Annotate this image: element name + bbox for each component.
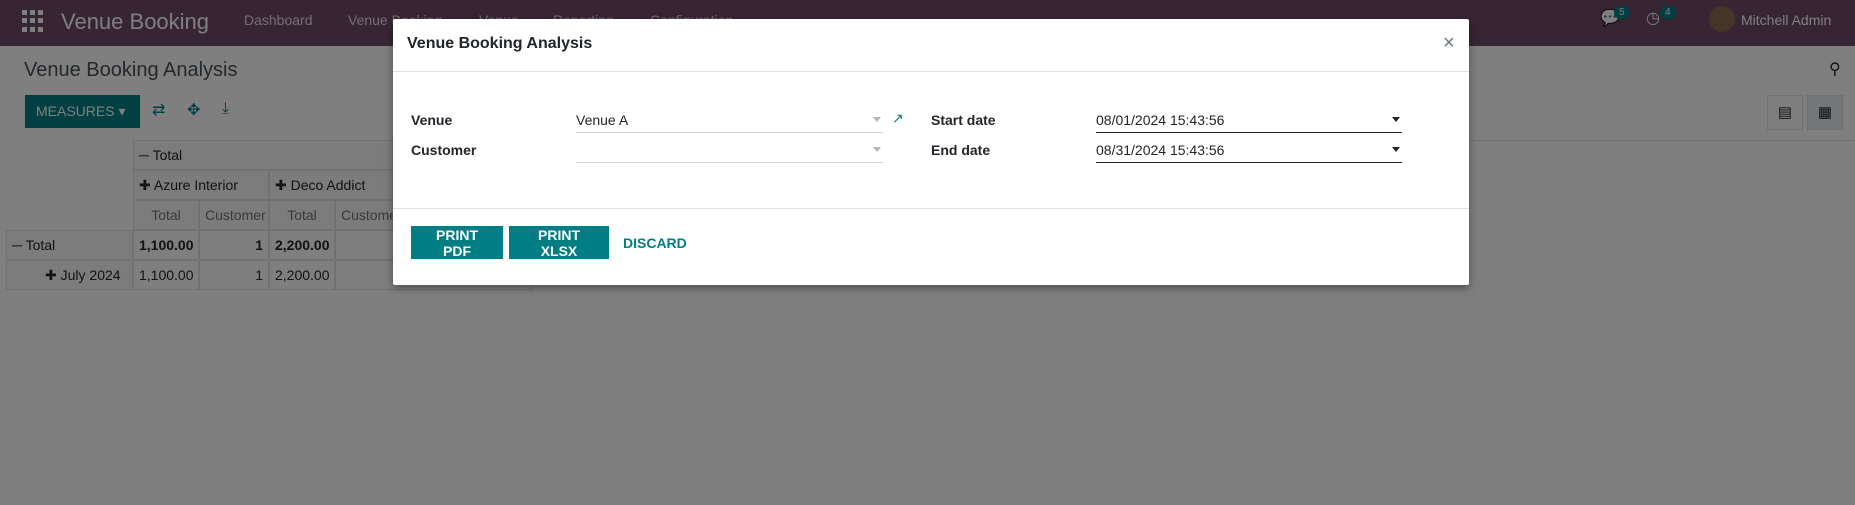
start-date-value: 08/01/2024 15:43:56: [1096, 112, 1225, 128]
external-link-icon[interactable]: ↗: [892, 110, 904, 127]
venue-label: Venue: [411, 112, 453, 128]
modal-title: Venue Booking Analysis: [407, 35, 593, 52]
end-date-label: End date: [931, 142, 991, 158]
close-icon[interactable]: ×: [1443, 32, 1455, 55]
venue-field[interactable]: Venue A: [576, 109, 883, 133]
dropdown-caret-icon[interactable]: [873, 117, 881, 122]
print-pdf-button[interactable]: PRINT PDF: [411, 226, 503, 259]
end-date-field[interactable]: 08/31/2024 15:43:56: [1096, 139, 1402, 163]
start-date-field[interactable]: 08/01/2024 15:43:56: [1096, 109, 1402, 133]
modal-footer: PRINT PDF PRINT XLSX DISCARD: [393, 208, 1469, 286]
customer-label: Customer: [411, 142, 477, 158]
start-date-label: Start date: [931, 112, 996, 128]
venue-value: Venue A: [576, 112, 629, 128]
dropdown-caret-icon[interactable]: [1392, 147, 1400, 152]
dropdown-caret-icon[interactable]: [873, 147, 881, 152]
customer-field[interactable]: [576, 139, 883, 163]
report-wizard-dialog: Venue Booking Analysis × Venue Venue A ↗…: [393, 19, 1469, 285]
modal-header: Venue Booking Analysis ×: [393, 19, 1469, 72]
discard-button[interactable]: DISCARD: [617, 226, 687, 259]
print-xlsx-button[interactable]: PRINT XLSX: [509, 226, 609, 259]
dropdown-caret-icon[interactable]: [1392, 117, 1400, 122]
end-date-value: 08/31/2024 15:43:56: [1096, 142, 1225, 158]
